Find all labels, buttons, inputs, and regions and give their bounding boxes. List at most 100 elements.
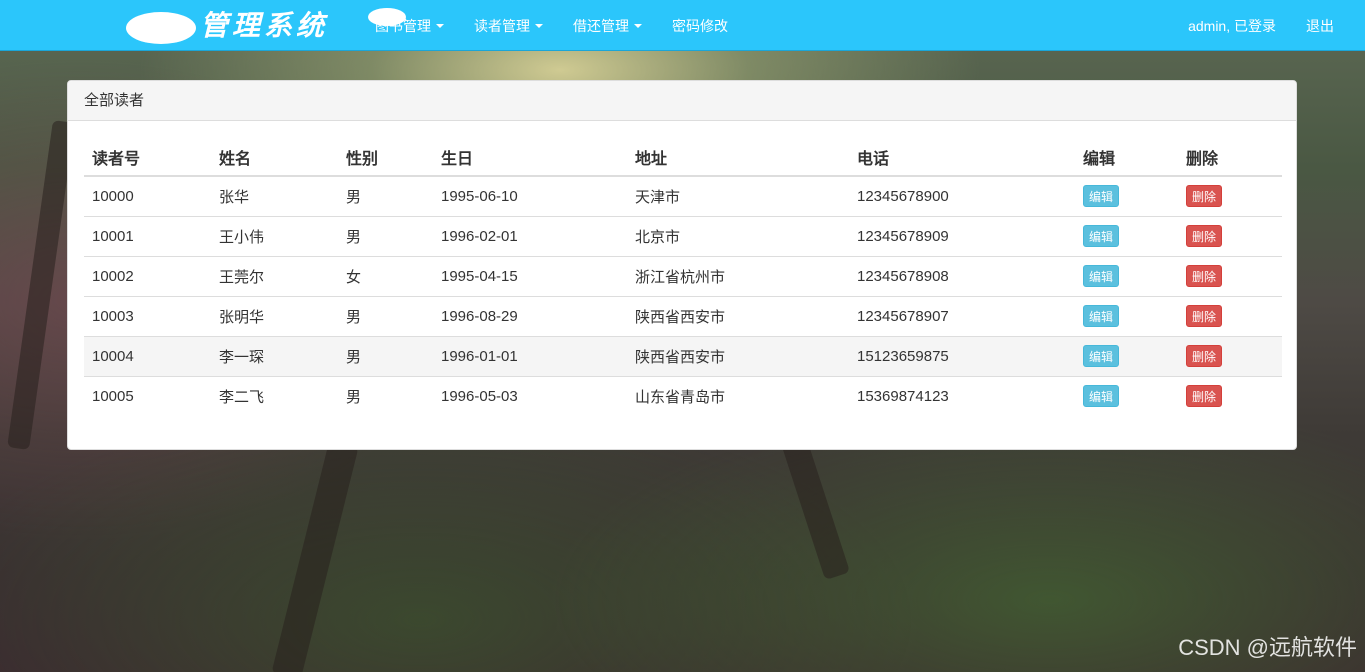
watermark: CSDN @远航软件 (1178, 635, 1357, 660)
cell-birthday: 1995-04-15 (433, 256, 627, 297)
cell-phone: 12345678907 (849, 296, 1075, 337)
cell-delete: 删除 (1178, 216, 1282, 257)
cell-phone: 12345678908 (849, 256, 1075, 297)
cell-edit: 编辑 (1075, 296, 1178, 337)
column-header: 电话 (849, 139, 1075, 177)
nav-item-label: 图书管理 (375, 17, 431, 34)
table-header-row: 读者号 姓名 性别 生日 地址 电话 编辑 删除 (84, 139, 1282, 177)
table-row: 10000 张华男 1995-06-10 天津市 12345678900 编辑 删除 (84, 176, 1282, 217)
cell-delete: 删除 (1178, 296, 1282, 337)
cell-name: 王莞尔 (211, 256, 338, 297)
table-row: 10002 王莞尔女 1995-04-15 浙江省杭州市 12345678908 编辑 删除 (84, 256, 1282, 297)
delete-button[interactable]: 删除 (1186, 265, 1223, 287)
column-header: 姓名 (211, 139, 338, 177)
cell-birthday: 1996-08-29 (433, 296, 627, 337)
edit-button[interactable]: 编辑 (1083, 305, 1120, 327)
top-navbar: 管理系统 图书管理 读者管理 借还管理 密码修改 admin, 已登录 退出 (0, 0, 1365, 51)
table-row: 10004 李一琛男 1996-01-01 陕西省西安市 15123659875 编辑 删除 (84, 336, 1282, 377)
cell-id: 10003 (84, 296, 211, 337)
background-tree-trunk (7, 120, 75, 450)
cell-gender: 女 (338, 256, 433, 297)
cell-phone: 15369874123 (857, 387, 949, 405)
caret-down-icon (634, 23, 642, 28)
edit-button[interactable]: 编辑 (1083, 345, 1120, 367)
edit-button[interactable]: 编辑 (1083, 265, 1120, 287)
cell-edit: 编辑 (1075, 176, 1178, 217)
cell-name: 李二飞 (219, 388, 265, 406)
nav-item-0[interactable]: 图书管理 (360, 0, 459, 51)
column-header: 生日 (433, 139, 627, 177)
nav-item-label: 密码修改 (672, 17, 728, 34)
cell-phone: 15123659875 (849, 336, 1075, 377)
cell-id: 10005 (92, 387, 134, 405)
column-header: 编辑 (1075, 139, 1178, 177)
cell-id: 10000 (84, 176, 211, 217)
panel-title: 全部读者 (68, 81, 1296, 121)
nav-item-3[interactable]: 密码修改 (657, 0, 743, 51)
cell-address: 山东省青岛市 (635, 388, 726, 406)
delete-button[interactable]: 删除 (1186, 305, 1223, 327)
edit-button[interactable]: 编辑 (1083, 185, 1120, 208)
nav-item-1[interactable]: 读者管理 (459, 0, 558, 51)
cell-address: 陕西省西安市 (627, 296, 849, 337)
user-nav: admin, 已登录 退出 (1173, 0, 1349, 51)
cell-edit: 编辑 (1075, 216, 1178, 257)
column-header: 删除 (1178, 139, 1282, 177)
cell-address: 北京市 (627, 216, 849, 257)
cell-gender: 男 (338, 296, 433, 337)
edit-button[interactable]: 编辑 (1083, 225, 1120, 247)
brand-logo[interactable]: 管理系统 (126, 6, 324, 46)
cell-gender: 男 (338, 336, 433, 377)
cell-edit: 编辑 (1075, 256, 1178, 297)
table-row: 10001 王小伟男 1996-02-01 北京市 12345678909 编辑 删除 (84, 216, 1282, 257)
caret-down-icon (535, 23, 543, 28)
cell-address: 陕西省西安市 (627, 336, 849, 377)
column-header: 读者号 (84, 139, 211, 177)
cell-phone: 12345678900 (849, 176, 1075, 217)
cell-birthday: 1995-06-10 (433, 176, 627, 217)
background-tree-trunk (271, 439, 359, 672)
delete-button[interactable]: 删除 (1186, 345, 1223, 367)
cell-delete: 删除 (1178, 176, 1282, 217)
column-header: 地址 (627, 139, 849, 177)
cell-id: 10004 (84, 336, 211, 377)
cell-id: 10002 (84, 256, 211, 297)
caret-down-icon (436, 23, 444, 28)
user-status[interactable]: admin, 已登录 (1173, 0, 1291, 51)
edit-button[interactable]: 编辑 (1083, 385, 1120, 408)
cell-name: 王小伟 (211, 216, 338, 257)
cell-gender: 男 (346, 388, 362, 406)
delete-button[interactable]: 删除 (1186, 185, 1223, 208)
delete-button[interactable]: 删除 (1186, 225, 1223, 247)
delete-button[interactable]: 删除 (1186, 385, 1223, 408)
cell-gender: 男 (338, 216, 433, 257)
cell-edit: 编辑 (1075, 336, 1178, 377)
table-row: 10005 李二飞 男 1996-05-03 山东省青岛市 15369874123 编辑 删除 (84, 376, 1282, 416)
nav-item-label: 读者管理 (474, 17, 530, 34)
cell-name: 张明华 (211, 296, 338, 337)
main-nav: 图书管理 读者管理 借还管理 密码修改 (360, 0, 743, 51)
cell-name: 李一琛 (211, 336, 338, 377)
nav-item-label: 借还管理 (573, 17, 629, 34)
cell-id: 10001 (84, 216, 211, 257)
cell-address: 浙江省杭州市 (627, 256, 849, 297)
cell-delete: 删除 (1178, 336, 1282, 377)
cell-delete: 删除 (1178, 376, 1282, 416)
cell-edit: 编辑 (1075, 376, 1178, 416)
cell-address: 天津市 (627, 176, 849, 217)
logout-link[interactable]: 退出 (1291, 0, 1349, 51)
brand-title: 管理系统 (200, 9, 329, 42)
cell-delete: 删除 (1178, 256, 1282, 297)
nav-item-2[interactable]: 借还管理 (558, 0, 657, 51)
table-row: 10003 张明华男 1996-08-29 陕西省西安市 12345678907 编辑 删除 (84, 296, 1282, 337)
cell-birthday: 1996-05-03 (441, 387, 518, 405)
logo-blot (126, 12, 196, 44)
readers-table: 读者号 姓名 性别 生日 地址 电话 编辑 删除 10000 张华男 1995-06-10 天津市 1… (84, 139, 1282, 416)
cell-birthday: 1996-02-01 (433, 216, 627, 257)
readers-panel: 全部读者 读者号 姓名 性别 生日 地址 电话 编辑 删除 10000 张华男 1995-06-1… (67, 80, 1297, 450)
column-header: 性别 (338, 139, 433, 177)
cell-phone: 12345678909 (849, 216, 1075, 257)
cell-birthday: 1996-01-01 (433, 336, 627, 377)
cell-gender: 男 (338, 176, 433, 217)
cell-name: 张华 (211, 176, 338, 217)
